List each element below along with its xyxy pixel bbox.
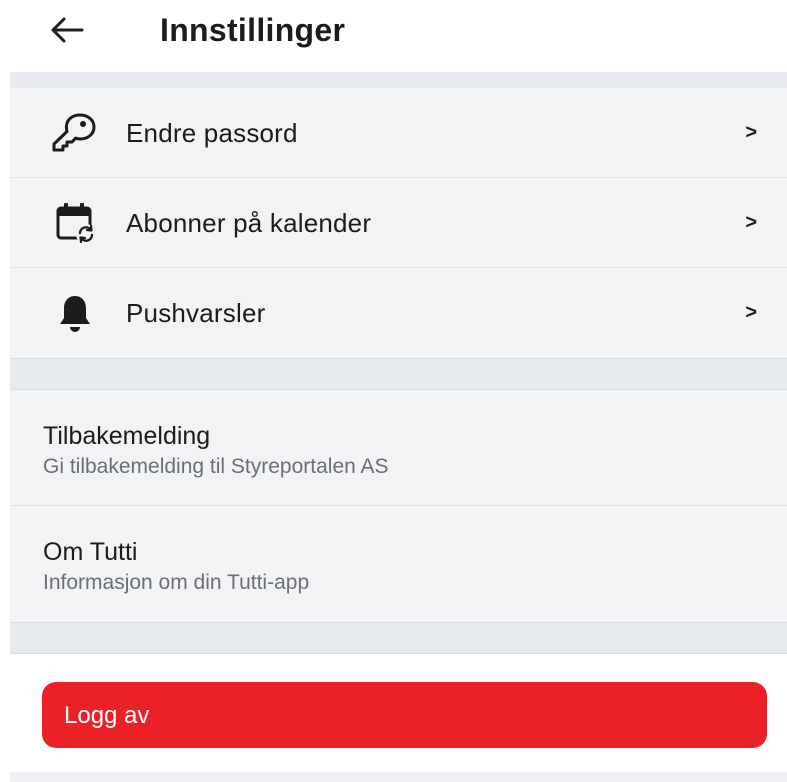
logout-button[interactable]: Logg av (42, 682, 767, 748)
settings-content: Endre passord > Abonner på kalender > Pu… (10, 72, 787, 782)
chevron-right-icon: > (745, 301, 757, 324)
account-settings-group: Endre passord > Abonner på kalender > Pu… (10, 88, 787, 358)
info-item-subtitle: Informasjon om din Tutti-app (43, 571, 310, 594)
bottom-strip (10, 772, 787, 782)
calendar-sync-icon (40, 201, 110, 245)
chevron-right-icon: > (745, 121, 757, 143)
settings-item-feedback[interactable]: Tilbakemelding Gi tilbakemelding til Sty… (10, 390, 787, 506)
bell-icon (40, 291, 110, 335)
section-separator (10, 622, 787, 654)
info-item-subtitle: Gi tilbakemelding til Styreportalen AS (43, 455, 389, 478)
back-button[interactable] (50, 10, 106, 50)
settings-item-about[interactable]: Om Tutti Informasjon om din Tutti-app (10, 506, 787, 622)
info-item-title: Om Tutti (43, 538, 138, 566)
settings-item-push-notifications[interactable]: Pushvarsler > (10, 268, 787, 358)
key-icon (40, 111, 110, 155)
page-title: Innstillinger (160, 12, 346, 48)
settings-screen: Innstillinger Endre passord > Abonner på… (0, 0, 787, 782)
settings-item-subscribe-calendar[interactable]: Abonner på kalender > (10, 178, 787, 268)
info-group: Tilbakemelding Gi tilbakemelding til Sty… (10, 390, 787, 622)
info-item-title: Tilbakemelding (43, 422, 211, 450)
settings-item-label: Abonner på kalender (126, 207, 372, 238)
section-separator (10, 72, 787, 88)
chevron-right-icon: > (745, 211, 757, 233)
settings-item-change-password[interactable]: Endre passord > (10, 88, 787, 178)
arrow-left-icon (51, 17, 84, 43)
settings-item-label: Endre passord (126, 117, 298, 148)
section-separator (10, 358, 787, 390)
app-header: Innstillinger (0, 0, 787, 72)
settings-item-label: Pushvarsler (126, 298, 266, 328)
logout-area: Logg av (10, 657, 787, 772)
